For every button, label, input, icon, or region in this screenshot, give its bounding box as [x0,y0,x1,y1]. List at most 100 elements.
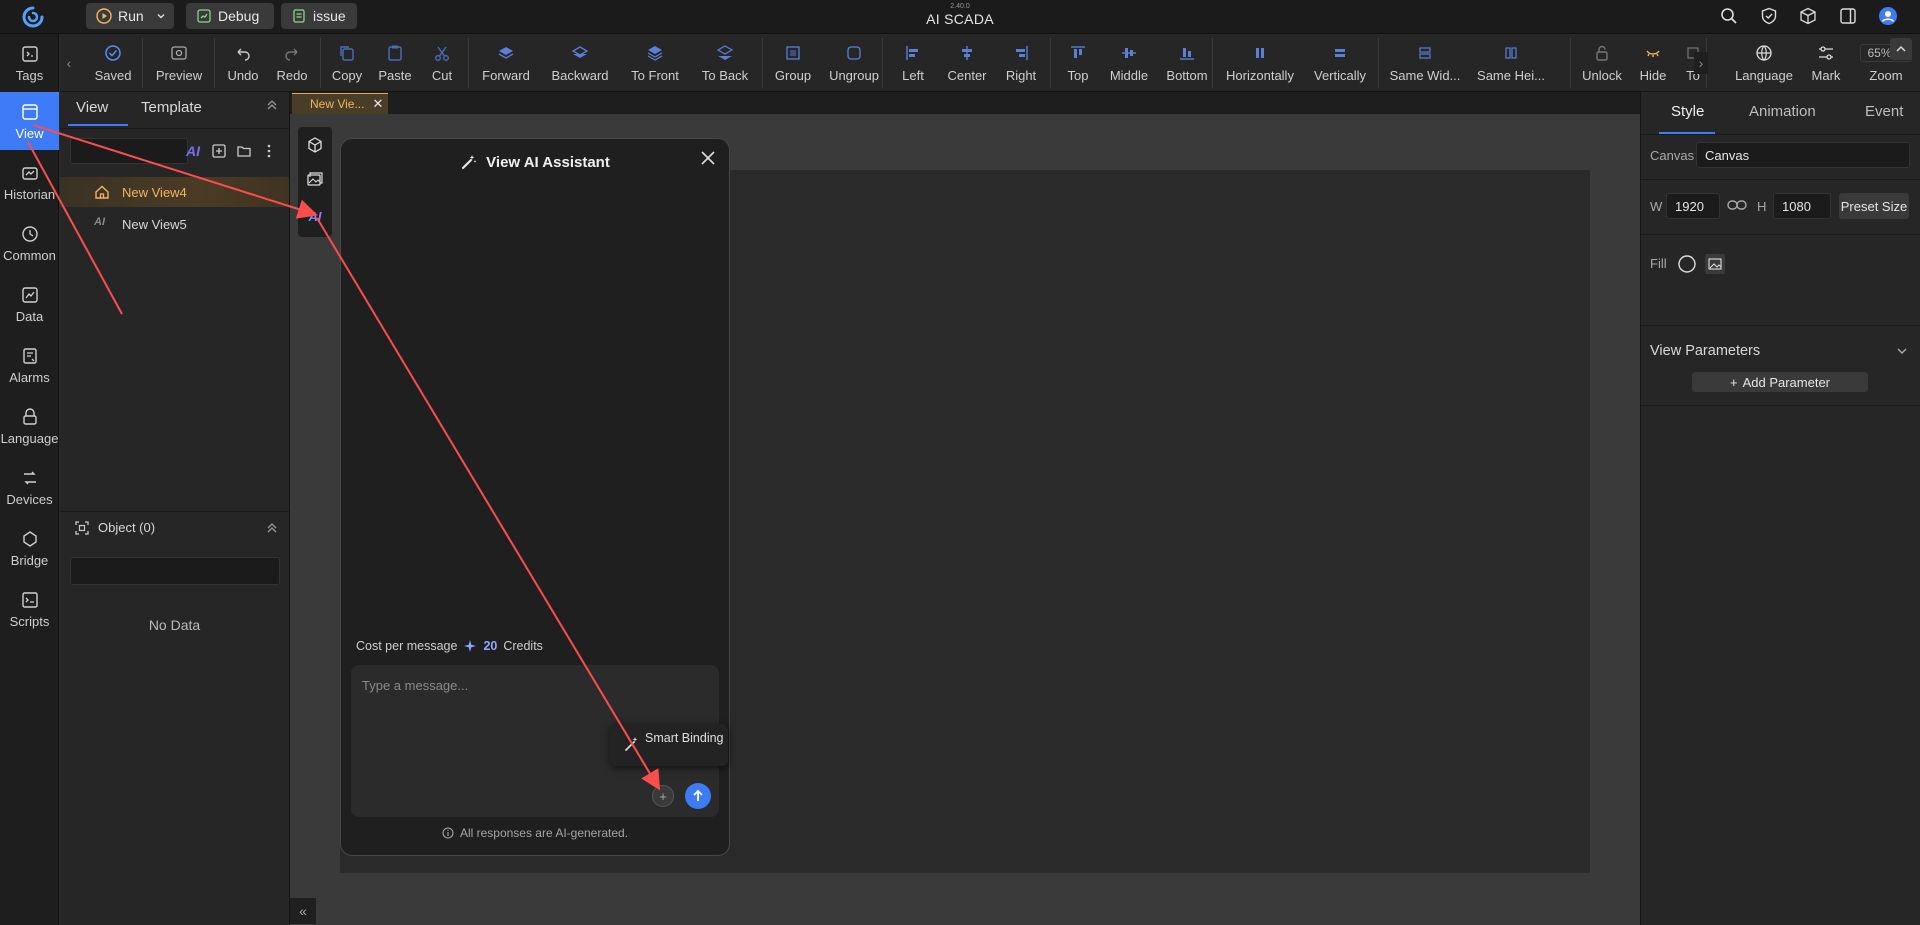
distribute-vertically-button[interactable]: Vertically [1304,34,1376,92]
tree-item-label: New View5 [122,216,187,232]
collapse-up-icon[interactable] [265,98,279,112]
ai-tool-icon[interactable]: AI [305,206,325,226]
forward-button[interactable]: Forward [472,34,540,92]
rail-item-alarms[interactable]: Alarms [0,336,59,394]
same-height-button[interactable]: Same Hei... [1468,34,1554,92]
user-avatar-icon[interactable] [1877,5,1899,27]
doc-tab-new-view[interactable]: New Vie... ✕ [292,93,388,114]
double-chevron-left-icon[interactable]: « [290,898,316,924]
to-front-button[interactable]: To Front [620,34,690,92]
toolbar-scroll-right-icon[interactable]: › [1694,52,1708,74]
align-left-button[interactable]: Left [886,34,940,92]
align-bottom-label: Bottom [1166,67,1208,83]
cube-tool-icon[interactable] [305,135,325,155]
preset-size-button[interactable]: Preset Size [1839,193,1909,219]
rail-item-devices[interactable]: Devices [0,458,59,516]
same-width-button[interactable]: Same Wid... [1382,34,1468,92]
fill-image-icon[interactable] [1705,254,1725,274]
height-field[interactable]: 1080 [1773,193,1831,219]
rail-item-historian[interactable]: Historian [0,153,59,211]
paste-button[interactable]: Paste [370,34,420,92]
smart-binding-suggestion[interactable]: Smart Binding [610,724,728,766]
align-right-button[interactable]: Right [994,34,1048,92]
rail-item-language[interactable]: Language [0,397,59,455]
add-parameter-label: Add Parameter [1742,374,1831,390]
rail-item-common[interactable]: Common [0,214,59,272]
rail-item-view[interactable]: View [0,92,59,150]
globe-icon [1755,44,1773,62]
chevron-down-icon[interactable] [1896,345,1908,357]
cut-button[interactable]: Cut [420,34,464,92]
left-nav-rail: Tags View Historian Common Data Alarms L… [0,34,59,925]
object-search-input[interactable] [70,557,280,585]
panel-icon[interactable] [1837,5,1859,27]
backward-button[interactable]: Backward [540,34,620,92]
backward-label: Backward [551,67,609,83]
send-button[interactable] [685,783,711,809]
preview-button[interactable]: Preview [146,34,212,92]
attach-plus-button[interactable]: + [652,785,674,807]
same-width-icon [1416,44,1434,62]
redo-button[interactable]: Redo [268,34,316,92]
rail-item-scripts[interactable]: Scripts [0,580,59,638]
mark-button[interactable]: Mark [1804,34,1848,92]
rail-label: Language [0,430,59,446]
more-vertical-icon[interactable] [260,142,278,160]
group-button[interactable]: Group [766,34,820,92]
tree-item-new-view4[interactable]: New View4 [60,177,289,207]
tab-template[interactable]: Template [141,99,202,116]
tab-view[interactable]: View [76,99,108,116]
saved-button[interactable]: Saved [82,34,144,92]
width-field[interactable]: 1920 [1666,193,1720,219]
view-search-input[interactable] [70,138,188,164]
hide-button[interactable]: Hide [1630,34,1676,92]
language-button[interactable]: Language [1724,34,1804,92]
zoom-value: 65% [1867,45,1892,60]
message-input[interactable] [362,675,702,695]
rail-label: Devices [6,491,53,507]
fill-color-icon[interactable] [1677,254,1697,274]
to-back-button[interactable]: To Back [690,34,760,92]
tab-event[interactable]: Event [1865,103,1903,120]
link-icon[interactable] [1727,198,1747,212]
sparkle-icon [463,639,477,653]
tree-item-new-view5[interactable]: AI New View5 [60,209,289,239]
canvas-name-field[interactable]: Canvas [1696,142,1910,168]
undo-icon [234,44,252,62]
toolbar-collapse-icon[interactable] [1890,38,1912,60]
rail-label: Alarms [9,369,50,385]
close-icon[interactable] [699,149,717,167]
search-icon[interactable] [1718,5,1740,27]
align-center-button[interactable]: Center [940,34,994,92]
folder-icon[interactable] [235,142,253,160]
object-section-header[interactable]: Object (0) [60,511,289,543]
tab-style[interactable]: Style [1671,103,1704,120]
add-parameter-button[interactable]: + Add Parameter [1692,372,1868,392]
scripts-icon [20,590,40,610]
align-middle-button[interactable]: Middle [1102,34,1156,92]
view-parameters-header[interactable]: View Parameters [1650,343,1760,359]
undo-button[interactable]: Undo [218,34,268,92]
close-tab-icon[interactable]: ✕ [372,96,383,112]
align-bottom-button[interactable]: Bottom [1156,34,1218,92]
align-top-button[interactable]: Top [1054,34,1102,92]
ungroup-button[interactable]: Ungroup [820,34,888,92]
tab-animation[interactable]: Animation [1749,103,1816,120]
plus-icon: + [1729,374,1738,390]
image-tool-icon[interactable] [305,170,325,190]
rail-item-data[interactable]: Data [0,275,59,333]
rail-item-tags[interactable]: Tags [0,34,59,92]
rail-item-bridge[interactable]: Bridge [0,519,59,577]
distribute-horizontally-button[interactable]: Horizontally [1216,34,1304,92]
add-view-icon[interactable] [210,142,228,160]
align-bottom-icon [1178,44,1196,62]
copy-button[interactable]: Copy [324,34,370,92]
toolbar-scroll-left-icon[interactable]: ‹ [62,52,76,74]
cube-icon[interactable] [1797,5,1819,27]
left-panel: View Template AI New View4 AI New View5 … [60,92,290,925]
shield-check-icon[interactable] [1758,5,1780,27]
collapse-up-icon[interactable] [265,521,279,535]
ai-create-button[interactable]: AI [184,142,202,160]
ai-dialog-title: View AI Assistant [341,153,729,171]
unlock-button[interactable]: Unlock [1574,34,1630,92]
